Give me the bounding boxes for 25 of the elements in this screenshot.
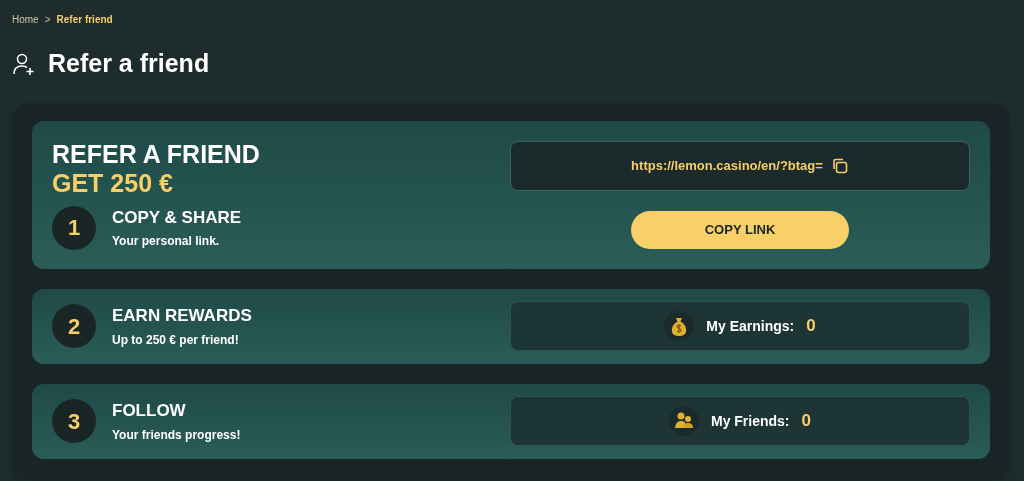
stat-value: 0 bbox=[801, 410, 811, 433]
money-bag-icon bbox=[664, 311, 695, 341]
step-title: FOLLOW bbox=[112, 400, 187, 423]
step-title: EARN REWARDS bbox=[112, 305, 252, 328]
step-description: Your friends progress! bbox=[112, 426, 241, 444]
step-title: COPY & SHARE bbox=[112, 206, 242, 229]
add-user-icon bbox=[12, 51, 36, 76]
copy-icon[interactable] bbox=[830, 156, 849, 175]
step-number: 1 bbox=[52, 205, 96, 250]
hero-title: REFER A FRIEND bbox=[52, 138, 260, 169]
step-description: Up to 250 € per friend! bbox=[112, 331, 240, 349]
page-title: Refer a friend bbox=[48, 48, 210, 79]
step-number: 2 bbox=[52, 304, 96, 348]
copy-link-button[interactable]: COPY LINK bbox=[631, 210, 849, 249]
stat-label: My Earnings: bbox=[706, 316, 795, 336]
stat-value: 0 bbox=[806, 315, 816, 338]
step-number: 3 bbox=[52, 399, 96, 443]
friends-icon bbox=[668, 406, 699, 436]
hero-subtitle: GET 250 € bbox=[52, 168, 174, 197]
breadcrumb-link[interactable]: Home bbox=[12, 12, 39, 27]
breadcrumb-link[interactable]: Refer friend bbox=[56, 12, 113, 27]
breadcrumb-separator: > bbox=[43, 13, 52, 27]
stat-label: My Friends: bbox=[710, 411, 790, 431]
referral-link-field[interactable]: https://lemon.casino/en/?btag= bbox=[510, 140, 970, 191]
step-description: Your personal link. bbox=[112, 233, 221, 251]
